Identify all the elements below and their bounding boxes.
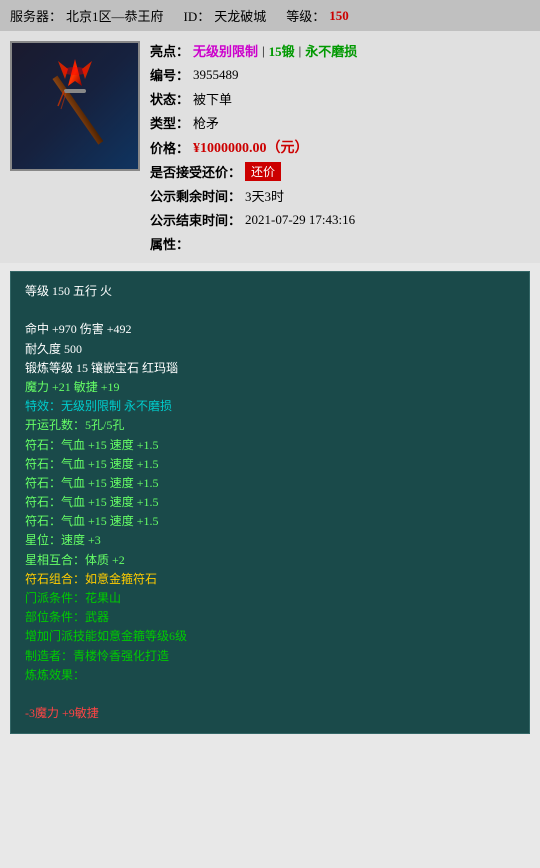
code-label: 编号： (150, 65, 189, 84)
type-row: 类型： 枪矛 (150, 113, 530, 132)
attr-line-3: 命中 +970 伤害 +492 (25, 320, 515, 339)
highlight2: 15锻 (269, 41, 295, 60)
end-time-row: 公示结束时间： 2021-07-29 17:43:16 (150, 210, 530, 229)
bargain-row: 是否接受还价： 还价 (150, 162, 530, 181)
attr-line-2 (25, 301, 515, 320)
server-label: 服务器： (10, 6, 62, 25)
status-label: 状态： (150, 89, 189, 108)
level-label: 等级： (286, 6, 325, 25)
code-value: 3955489 (193, 67, 239, 83)
attr-line-6: 魔力 +21 敏捷 +19 (25, 378, 515, 397)
info-section: 亮点： 无级别限制 | 15锻 | 永不磨损 编号： 3955489 状态： 被… (150, 41, 530, 253)
end-time-label: 公示结束时间： (150, 210, 241, 229)
attributes-box: 等级 150 五行 火 命中 +970 伤害 +492 耐久度 500 锻炼等级… (10, 271, 530, 734)
attr-line-8: 开运孔数：5孔/5孔 (25, 416, 515, 435)
attr-line-10: 符石：气血 +15 速度 +1.5 (25, 455, 515, 474)
level-value: 150 (329, 8, 349, 24)
attr-line-23: -3魔力 +9敏捷 (25, 704, 515, 723)
attr-label-row: 属性： (150, 234, 530, 253)
price-row: 价格： ¥1000000.00（元） (150, 137, 530, 157)
attr-line-9: 符石：气血 +15 速度 +1.5 (25, 436, 515, 455)
status-value: 被下单 (193, 89, 232, 108)
separator2: | (299, 43, 302, 59)
highlights-row: 亮点： 无级别限制 | 15锻 | 永不磨损 (150, 41, 530, 60)
attr-line-14: 星位：速度 +3 (25, 531, 515, 550)
type-label: 类型： (150, 113, 189, 132)
highlight3: 永不磨损 (305, 41, 357, 60)
bargain-label: 是否接受还价： (150, 162, 241, 181)
separator1: | (262, 43, 265, 59)
status-row: 状态： 被下单 (150, 89, 530, 108)
attr-line-5: 锻炼等级 15 镶嵌宝石 红玛瑙 (25, 359, 515, 378)
attr-line-12: 符石：气血 +15 速度 +1.5 (25, 493, 515, 512)
attr-line-17: 门派条件：花果山 (25, 589, 515, 608)
end-time-value: 2021-07-29 17:43:16 (245, 212, 355, 228)
attr-line-18: 部位条件：武器 (25, 608, 515, 627)
main-content: 亮点： 无级别限制 | 15锻 | 永不磨损 编号： 3955489 状态： 被… (0, 31, 540, 263)
server-info: 服务器： 北京1区—恭王府 (10, 6, 164, 25)
server-value: 北京1区—恭王府 (66, 6, 164, 25)
id-value: 天龙破城 (214, 6, 266, 25)
attr-line-4: 耐久度 500 (25, 340, 515, 359)
top-bar: 服务器： 北京1区—恭王府 ID： 天龙破城 等级： 150 (0, 0, 540, 31)
highlight1: 无级别限制 (193, 41, 258, 60)
attr-line-19: 增加门派技能如意金箍等级6级 (25, 627, 515, 646)
attr-line-21: 炼炼效果： (25, 666, 515, 685)
attr-line-1: 等级 150 五行 火 (25, 282, 515, 301)
id-label: ID： (184, 6, 211, 25)
bargain-button[interactable]: 还价 (245, 162, 281, 181)
price-value: ¥1000000.00（元） (193, 137, 309, 157)
type-value: 枪矛 (193, 113, 219, 132)
attr-line-22 (25, 685, 515, 704)
attr-line-13: 符石：气血 +15 速度 +1.5 (25, 512, 515, 531)
attr-line-11: 符石：气血 +15 速度 +1.5 (25, 474, 515, 493)
level-info: 等级： 150 (286, 6, 349, 25)
code-row: 编号： 3955489 (150, 65, 530, 84)
time-left-label: 公示剩余时间： (150, 186, 241, 205)
attr-line-16: 符石组合：如意金箍符石 (25, 570, 515, 589)
highlights-label: 亮点： (150, 41, 189, 60)
weapon-image (10, 41, 140, 171)
weapon-svg (20, 51, 130, 161)
attr-label: 属性： (150, 234, 189, 253)
time-left-row: 公示剩余时间： 3天3时 (150, 186, 530, 205)
id-info: ID： 天龙破城 (184, 6, 267, 25)
attr-line-15: 星相互合：体质 +2 (25, 551, 515, 570)
attr-line-20: 制造者：青楼怜香强化打造 (25, 647, 515, 666)
attr-line-7: 特效：无级别限制 永不磨损 (25, 397, 515, 416)
time-left-value: 3天3时 (245, 186, 284, 205)
price-label: 价格： (150, 138, 189, 157)
